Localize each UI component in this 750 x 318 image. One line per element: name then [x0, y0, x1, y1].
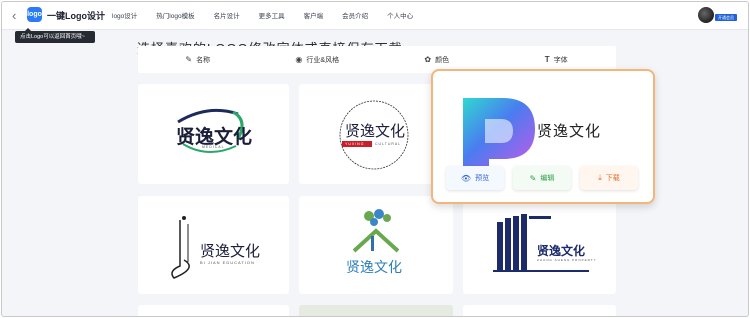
house-tree-logo-mark	[352, 209, 400, 253]
nav-item-membership[interactable]: 会员介绍	[342, 10, 368, 20]
chevron-left-icon[interactable]: ‹	[12, 8, 16, 23]
pen-icon: ✎	[185, 55, 193, 64]
main-nav: logo设计 热门logo模板 名片设计 更多工具 客户端 会员介绍 个人中心	[112, 10, 432, 20]
nav-item-personal-center[interactable]: 个人中心	[387, 10, 413, 20]
app-window: ‹ logo 一键Logo设计 logo设计 热门logo模板 名片设计 更多工…	[1, 1, 749, 317]
eye-icon: 👁	[460, 173, 472, 183]
app-logo-icon[interactable]: logo	[27, 7, 42, 22]
avatar[interactable]	[698, 7, 714, 23]
logo-card[interactable]: 贤逸文化 YUXING CULTURAL	[299, 84, 453, 184]
nav-item-logo-design[interactable]: logo设计	[112, 10, 137, 20]
logo-tooltip: 点击Logo可以返回首页哦~	[15, 28, 95, 43]
preview-button[interactable]: 👁 预览	[446, 166, 504, 190]
logo-text: 贤逸文化	[346, 260, 402, 276]
top-navbar: ‹ logo 一键Logo设计 logo设计 热门logo模板 名片设计 更多工…	[2, 2, 748, 30]
download-label: 下载	[605, 175, 620, 182]
nav-item-hot-templates[interactable]: 热门logo模板	[156, 10, 194, 20]
nav-item-more-tools[interactable]: 更多工具	[259, 10, 285, 20]
logo-card[interactable]: 贤逸文化 ZHONG SHENG PROPERTY	[463, 196, 616, 294]
logo-card[interactable]: 贤逸文化 MEDICAL	[138, 84, 289, 184]
nav-item-business-card[interactable]: 名片设计	[214, 10, 240, 20]
download-icon: ⤓	[598, 173, 602, 182]
app-title[interactable]: 一键Logo设计	[47, 9, 105, 22]
preview-label: 预览	[475, 175, 490, 182]
popup-logo-text: 贤逸文化	[537, 122, 602, 140]
filter-label: 颜色	[435, 56, 450, 64]
filter-label: 字体	[553, 56, 568, 64]
gradient-p-logo-mark	[463, 98, 535, 166]
edit-button[interactable]: ✎ 编辑	[513, 166, 571, 190]
logo-text: 贤逸文化	[200, 242, 261, 260]
filter-label: 行业&风格	[306, 56, 340, 64]
download-button[interactable]: ⤓ 下载	[580, 166, 638, 190]
logo-subtext: MEDICAL	[202, 145, 225, 149]
palette-icon: ✿	[424, 55, 432, 64]
filter-industry-style[interactable]: ◉ 行业&风格	[258, 46, 378, 73]
logo-subtext: YUXING	[345, 142, 365, 146]
logo-card[interactable]	[463, 305, 616, 316]
edit-label: 编辑	[540, 175, 555, 182]
logo-card[interactable]: 贤逸文化 BI JIAN EDUCATION	[138, 196, 289, 294]
target-icon: ◉	[295, 55, 303, 64]
filter-name[interactable]: ✎ 名称	[138, 46, 258, 73]
logo-card[interactable]	[299, 305, 453, 316]
logo-text: 贤逸文化	[537, 244, 586, 258]
text-t-icon: T	[544, 55, 550, 64]
nav-item-client[interactable]: 客户端	[304, 10, 324, 20]
logo-text: 贤逸文化	[345, 122, 406, 140]
logo-subtext: ZHONG SHENG PROPERTY	[537, 258, 597, 262]
logo-subtext: BI JIAN EDUCATION	[200, 260, 255, 265]
logo-card[interactable]	[138, 305, 289, 316]
logo-card[interactable]: 贤逸文化	[299, 196, 453, 294]
vip-badge[interactable]: 开通会员	[715, 14, 737, 21]
pencil-icon: ✎	[529, 173, 537, 183]
filter-label: 名称	[196, 56, 211, 64]
logo-subtext: CULTURAL	[375, 142, 402, 146]
logo-preview-popup[interactable]: 贤逸文化 👁 预览 ✎ 编辑 ⤓ 下载	[431, 69, 655, 204]
